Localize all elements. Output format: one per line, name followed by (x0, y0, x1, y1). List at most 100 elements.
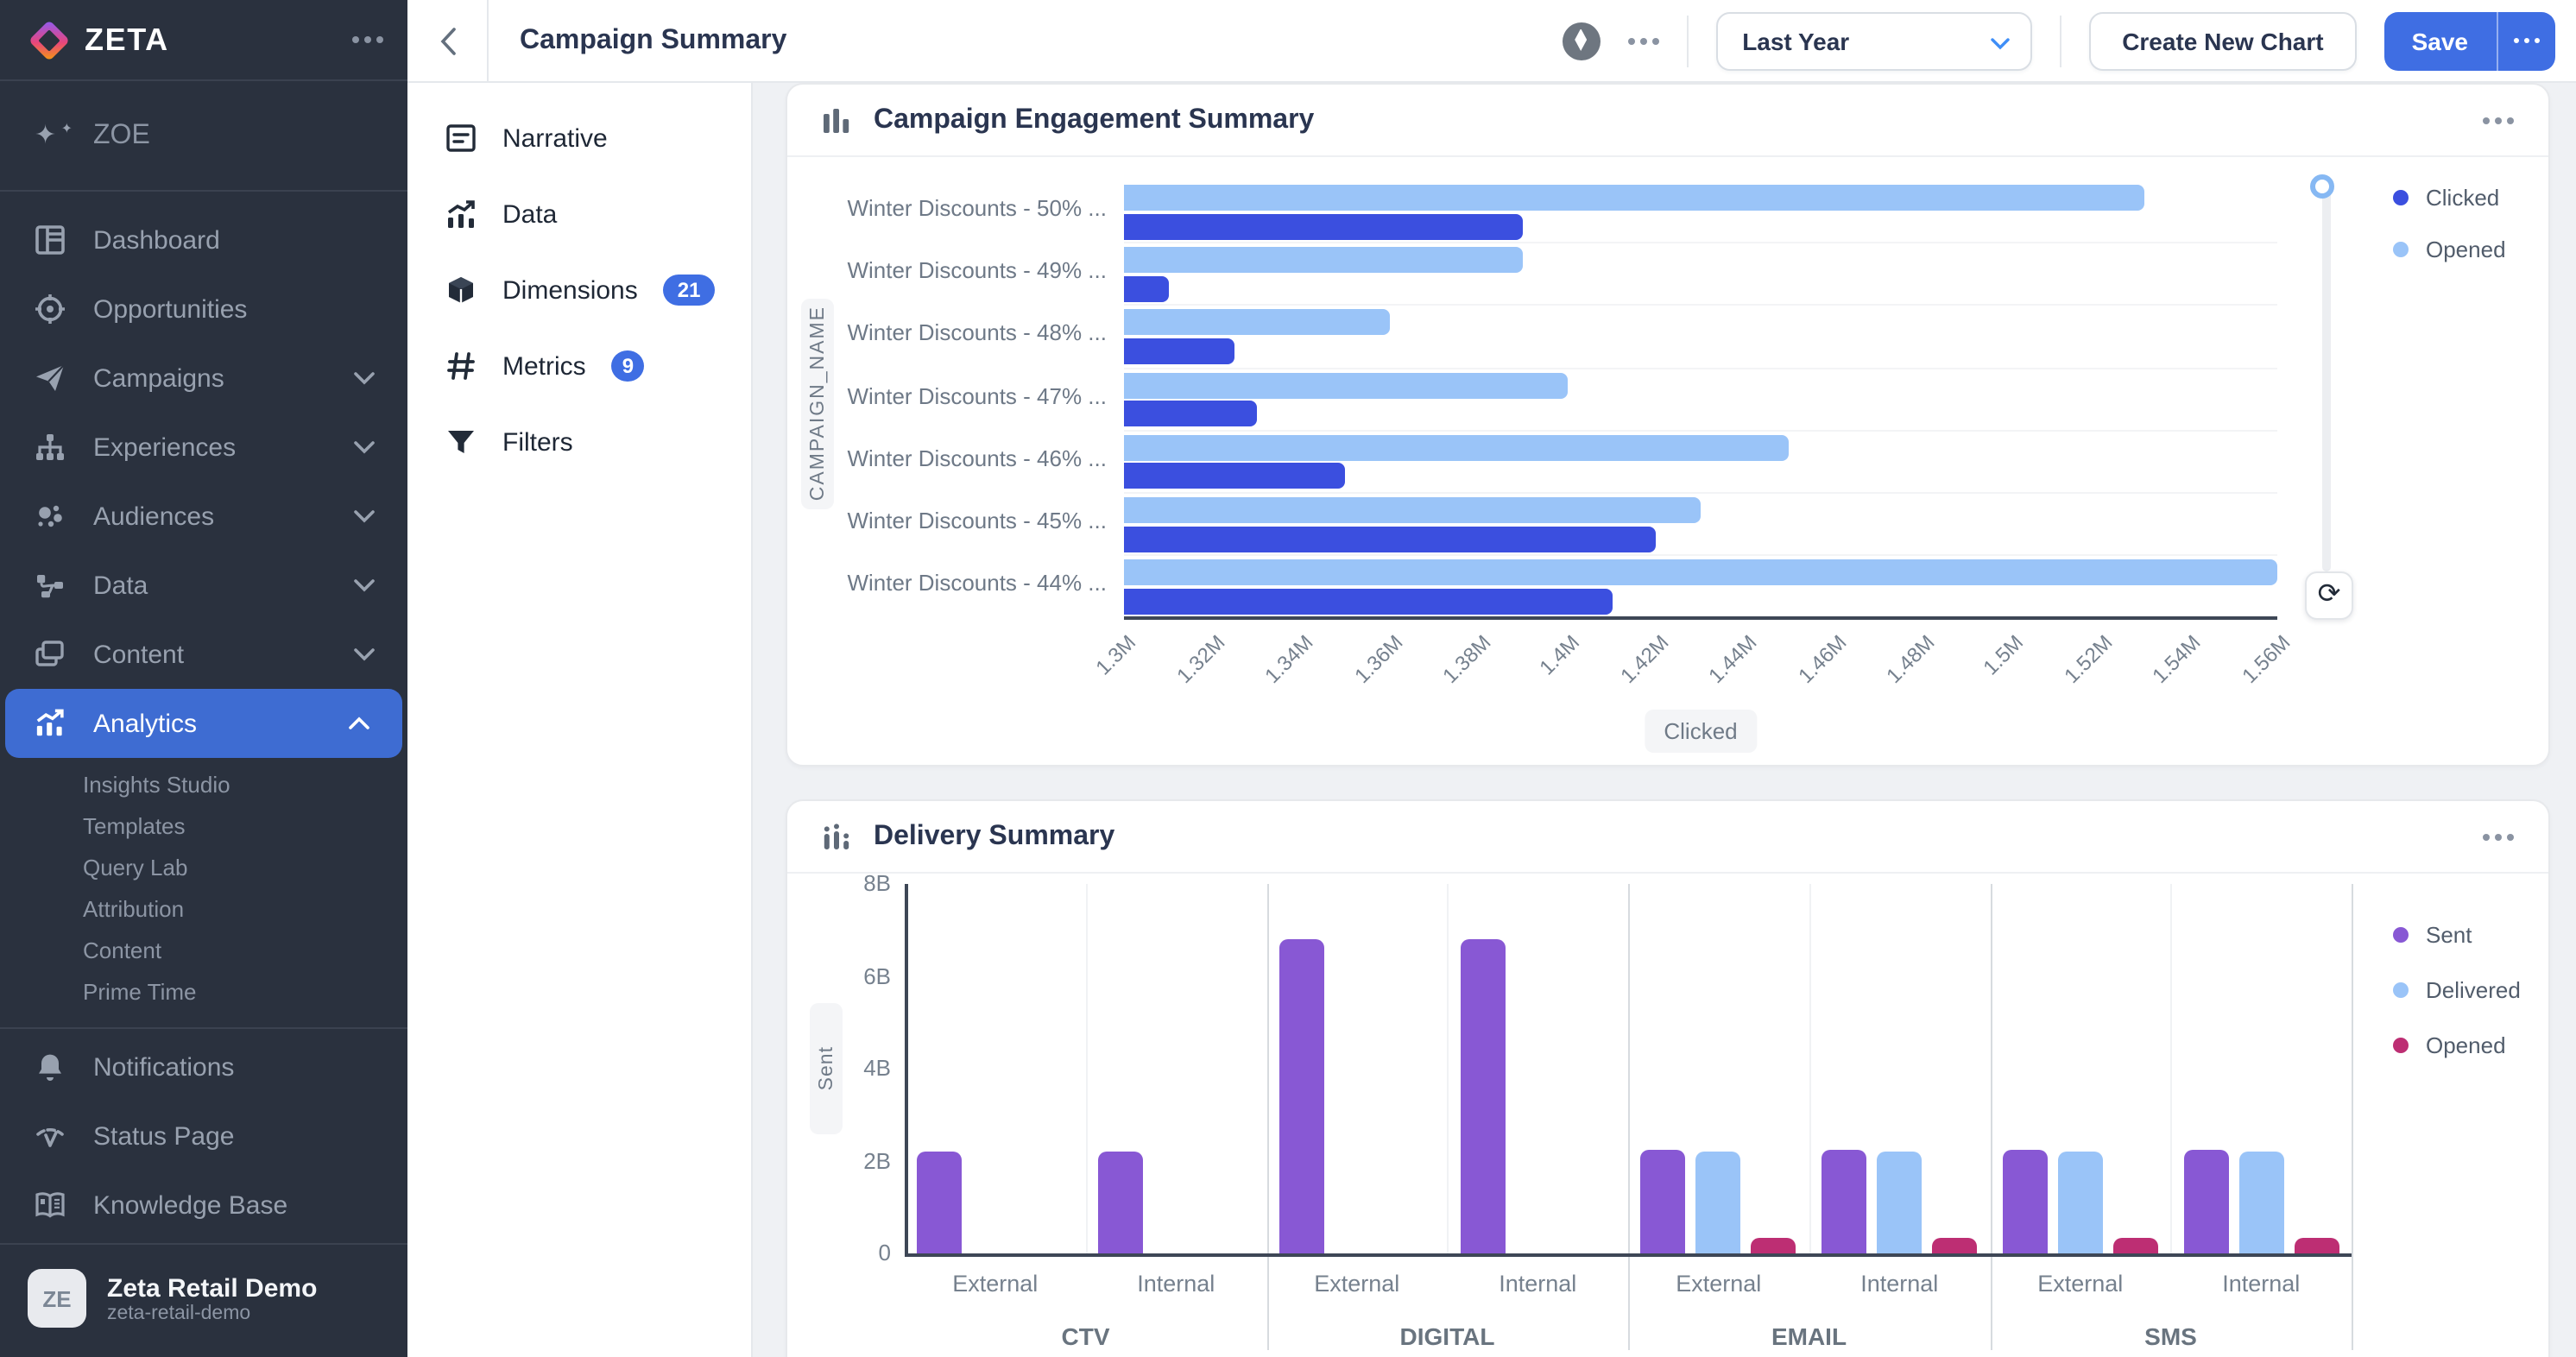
chart-config-panel: Narrative Data Dimensions 21 Metrics 9 F… (407, 83, 753, 1357)
submenu-item-content[interactable]: Content (0, 931, 407, 972)
card-menu-icon[interactable] (2483, 117, 2514, 123)
y-tick: 6B (836, 963, 891, 988)
bar-opened[interactable] (1124, 435, 1790, 461)
create-new-chart-button[interactable]: Create New Chart (2089, 11, 2356, 70)
brand-row: ZETA (0, 0, 407, 81)
bar-clicked[interactable] (1124, 213, 1523, 239)
bar-clicked[interactable] (1124, 526, 1657, 552)
panel-item-metrics[interactable]: Metrics 9 (407, 328, 751, 404)
bar-clicked[interactable] (1124, 275, 1168, 301)
sidebar-item-notifications[interactable]: Notifications (0, 1032, 407, 1101)
bar-clicked[interactable] (1124, 588, 1612, 614)
sidebar-item-data[interactable]: Data (0, 551, 407, 620)
bar-sent-digital-internal[interactable] (1460, 939, 1505, 1253)
bar-sent-sms-internal[interactable] (2183, 1150, 2228, 1253)
save-button[interactable]: Save (2384, 11, 2496, 70)
sidebar-item-status-page[interactable]: Status Page (0, 1101, 407, 1171)
subgroup-label: Internal (1809, 1271, 1989, 1297)
bar-sent-email-internal[interactable] (1822, 1150, 1866, 1253)
bar-sent-email-external[interactable] (1641, 1150, 1686, 1253)
group-divider (2352, 884, 2353, 1350)
bar-sent-sms-external[interactable] (2003, 1150, 2048, 1253)
group-label: SMS (1990, 1322, 2352, 1350)
zoe-label: ZOE (93, 120, 150, 151)
sidebar-item-label: Campaigns (93, 363, 224, 393)
legend-dot (2393, 927, 2409, 943)
bar-opened[interactable] (1124, 497, 1701, 523)
y-tick: 2B (836, 1147, 891, 1173)
topbar-overflow-icon[interactable] (1628, 37, 1659, 44)
legend-item-opened[interactable]: Opened (2393, 237, 2506, 262)
submenu-item-query-lab[interactable]: Query Lab (0, 848, 407, 889)
compass-icon[interactable] (1563, 22, 1601, 60)
sidebar-item-opportunities[interactable]: Opportunities (0, 275, 407, 344)
sidebar-item-label: Analytics (93, 709, 197, 738)
submenu-item-attribution[interactable]: Attribution (0, 889, 407, 931)
submenu-item-templates[interactable]: Templates (0, 806, 407, 848)
sidebar-item-audiences[interactable]: Audiences (0, 482, 407, 551)
bar-delivered-email-external[interactable] (1696, 1152, 1741, 1253)
panel-item-narrative[interactable]: Narrative (407, 100, 751, 176)
time-range-select[interactable]: Last Year (1716, 11, 2032, 70)
legend-dot (2393, 1038, 2409, 1053)
bar-clicked[interactable] (1124, 338, 1234, 364)
refresh-button[interactable]: ⟳ (2305, 571, 2353, 620)
sidebar-item-zoe[interactable]: ✦✦ ZOE (0, 81, 407, 192)
sidebar-item-label: Opportunities (93, 294, 247, 324)
bar-opened-email-external[interactable] (1752, 1237, 1796, 1253)
bar-opened-sms-external[interactable] (2113, 1237, 2158, 1253)
audience-cluster-icon (35, 501, 66, 532)
save-overflow-button[interactable] (2496, 11, 2555, 70)
sidebar-item-campaigns[interactable]: Campaigns (0, 344, 407, 413)
submenu-item-prime-time[interactable]: Prime Time (0, 972, 407, 1013)
bar-opened-sms-internal[interactable] (2294, 1237, 2339, 1253)
card-header: Delivery Summary (787, 801, 2548, 874)
chart-scrollbar-handle[interactable] (2310, 174, 2334, 199)
sidebar-item-experiences[interactable]: Experiences (0, 413, 407, 482)
bar-opened[interactable] (1124, 185, 2144, 211)
legend-dot (2393, 190, 2409, 205)
bar-sent-ctv-internal[interactable] (1098, 1152, 1143, 1253)
sidebar-overflow-icon[interactable] (352, 36, 383, 43)
bar-opened-email-internal[interactable] (1932, 1237, 1977, 1253)
campaign-engagement-card: Campaign Engagement Summary CAMPAIGN_NAM… (786, 83, 2550, 767)
sidebar-item-content[interactable]: Content (0, 620, 407, 689)
submenu-item-insights-studio[interactable]: Insights Studio (0, 765, 407, 806)
account-switcher[interactable]: ZE Zeta Retail Demo zeta-retail-demo (0, 1248, 407, 1348)
panel-item-data[interactable]: Data (407, 176, 751, 252)
bar-clicked[interactable] (1124, 401, 1257, 426)
subgroup-label: Internal (2171, 1271, 2351, 1297)
narrative-doc-icon (445, 123, 477, 154)
bar-opened[interactable] (1124, 247, 1523, 273)
panel-item-dimensions[interactable]: Dimensions 21 (407, 252, 751, 328)
chart-scrollbar-track[interactable] (2322, 181, 2331, 571)
bar-delivered-sms-external[interactable] (2058, 1152, 2103, 1253)
screen: ZETA ✦✦ ZOE Dashboard Opportunities Campai… (0, 0, 2576, 1357)
sidebar-item-analytics[interactable]: Analytics (5, 689, 402, 758)
legend-item-sent[interactable]: Sent (2393, 922, 2521, 948)
bar-clicked[interactable] (1124, 464, 1346, 489)
bar-opened[interactable] (1124, 310, 1390, 336)
bar-opened[interactable] (1124, 372, 1568, 398)
bar-delivered-sms-internal[interactable] (2238, 1152, 2283, 1253)
bar-sent-digital-external[interactable] (1279, 939, 1324, 1253)
bar-sent-ctv-external[interactable] (918, 1152, 963, 1253)
sidebar-item-knowledge-base[interactable]: Knowledge Base (0, 1171, 407, 1240)
chevron-left-icon (439, 27, 455, 54)
sidebar-item-dashboard[interactable]: Dashboard (0, 205, 407, 275)
category-label: Winter Discounts - 48% ... (787, 320, 1107, 346)
back-button[interactable] (407, 0, 487, 81)
legend-item-delivered[interactable]: Delivered (2393, 977, 2521, 1003)
analytics-submenu: Insights StudioTemplatesQuery LabAttribu… (0, 758, 407, 1024)
panel-item-filters[interactable]: Filters (407, 404, 751, 480)
bar-trend-icon (35, 708, 66, 739)
legend-item-opened[interactable]: Opened (2393, 1032, 2521, 1058)
legend-item-clicked[interactable]: Clicked (2393, 185, 2506, 211)
bar-delivered-email-internal[interactable] (1877, 1152, 1922, 1253)
bar-opened[interactable] (1124, 559, 2277, 585)
row-gridline (1124, 430, 2277, 432)
zeta-logo-icon (28, 19, 70, 60)
chevron-down-icon (1991, 27, 2010, 54)
card-menu-icon[interactable] (2483, 833, 2514, 840)
subgroup-gridline (1448, 884, 1449, 1253)
